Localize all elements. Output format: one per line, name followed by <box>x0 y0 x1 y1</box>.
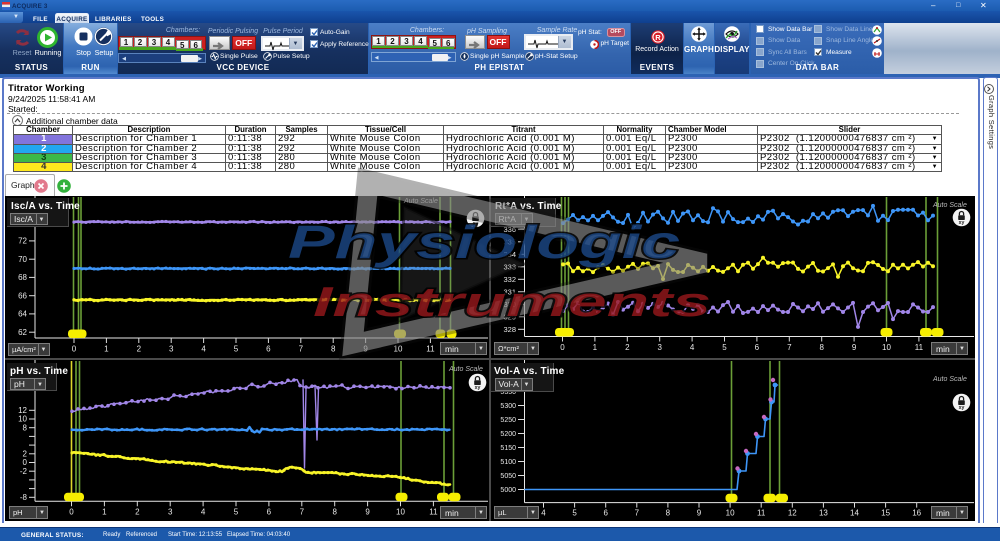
svg-text:Physiologic: Physiologic <box>288 216 680 268</box>
svg-text:Instruments: Instruments <box>313 278 711 325</box>
